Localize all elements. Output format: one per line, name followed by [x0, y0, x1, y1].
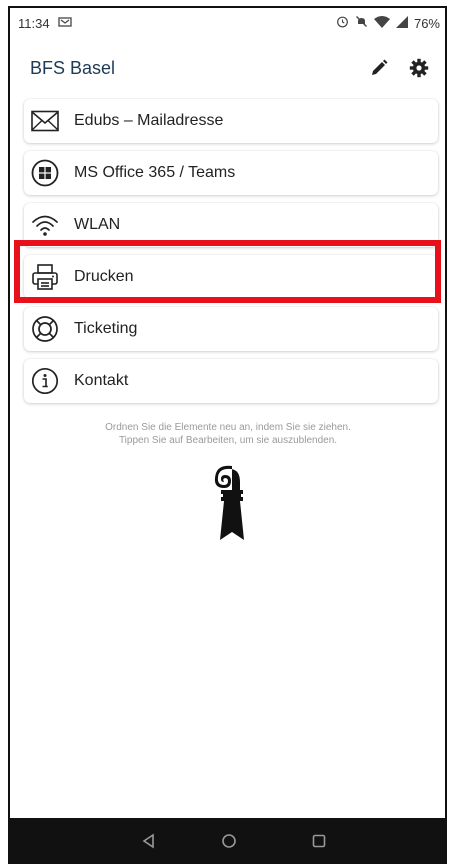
mail-icon [30, 106, 60, 136]
hint-line-2: Tippen Sie auf Bearbeiten, um sie auszub… [118, 435, 338, 446]
menu-item-wlan[interactable]: WLAN [24, 203, 438, 247]
phone-screen: 11:34 76% BFS Basel Edubs – Mailadresse … [10, 7, 446, 864]
recents-square-icon [312, 834, 326, 848]
gear-icon [409, 58, 429, 78]
wifi-icon [30, 210, 60, 240]
mute-icon [355, 15, 368, 31]
windows-icon [30, 158, 60, 188]
menu-item-label: Drucken [74, 268, 134, 285]
back-button[interactable] [138, 830, 160, 852]
menu-item-kontakt[interactable]: Kontakt [24, 359, 438, 403]
hint-line-1: Ordnen Sie die Elemente neu an, indem Si… [105, 422, 351, 433]
printer-icon [30, 262, 60, 292]
menu-list: Edubs – Mailadresse MS Office 365 / Team… [24, 99, 438, 411]
menu-item-drucken[interactable]: Drucken [24, 255, 438, 299]
home-button[interactable] [218, 830, 240, 852]
system-nav-bar [10, 818, 446, 864]
settings-button[interactable] [406, 55, 432, 81]
back-triangle-icon [142, 833, 154, 849]
menu-item-label: WLAN [74, 216, 121, 233]
menu-item-label: MS Office 365 / Teams [74, 164, 236, 181]
menu-item-ms-office[interactable]: MS Office 365 / Teams [24, 151, 438, 195]
battery-level: 76% [413, 15, 440, 31]
menu-item-edubs-mail[interactable]: Edubs – Mailadresse [24, 99, 438, 143]
wifi-signal-icon [373, 15, 390, 31]
alarm-icon [336, 15, 349, 31]
lifebuoy-icon [30, 314, 60, 344]
menu-item-label: Edubs – Mailadresse [74, 112, 224, 129]
status-icons: 76% [336, 15, 440, 31]
recents-button[interactable] [308, 830, 330, 852]
info-icon [30, 366, 60, 396]
basel-staff-logo [204, 462, 254, 542]
cell-signal-icon [395, 15, 408, 31]
reorder-hint: Ordnen Sie die Elemente neu an, indem Si… [10, 421, 446, 447]
menu-item-label: Ticketing [74, 320, 138, 337]
pencil-icon [372, 59, 388, 75]
app-title: BFS Basel [30, 58, 116, 78]
menu-item-ticketing[interactable]: Ticketing [24, 307, 438, 351]
notification-icon [58, 16, 72, 31]
home-circle-icon [222, 834, 236, 848]
menu-item-label: Kontakt [74, 372, 129, 389]
edit-button[interactable] [366, 55, 392, 81]
app-bar: BFS Basel [10, 45, 446, 89]
status-bar: 11:34 76% [10, 7, 446, 37]
status-time: 11:34 [18, 16, 50, 31]
